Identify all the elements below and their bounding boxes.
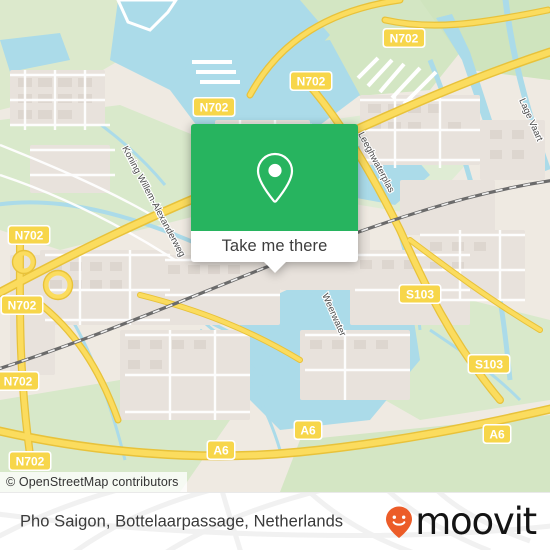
popup-pointer-tail — [263, 262, 286, 273]
moovit-wordmark: moovit — [415, 500, 537, 543]
popup-image-area — [191, 124, 358, 231]
road-shield: S103 — [398, 284, 442, 304]
footer-bar: Pho Saigon, Bottelaarpassage, Netherland… — [0, 492, 550, 550]
road-shield: A6 — [293, 420, 323, 440]
road-shield-label: N702 — [200, 100, 229, 114]
road-shield-label: N702 — [297, 74, 326, 88]
road-shield-label: N702 — [15, 228, 44, 242]
road-shield: N702 — [289, 71, 333, 91]
place-popup[interactable]: Take me there — [191, 124, 358, 273]
map-pin-icon — [256, 152, 293, 203]
road-shield: N702 — [0, 295, 44, 315]
road-shield-label: N702 — [4, 374, 33, 388]
road-shield: A6 — [206, 440, 236, 460]
moovit-pin-icon — [386, 506, 413, 538]
road-shield-label: S103 — [475, 357, 503, 371]
road-shield-label: A6 — [213, 443, 229, 457]
moovit-logo[interactable]: moovit — [384, 500, 537, 543]
road-shield-label: A6 — [300, 423, 316, 437]
road-shield: N702 — [382, 28, 426, 48]
osm-attribution[interactable]: © OpenStreetMap contributors — [0, 472, 187, 492]
popup-cta-label: Take me there — [221, 237, 328, 255]
road-shield: S103 — [467, 354, 511, 374]
road-shield: N702 — [192, 97, 236, 117]
popup-cta[interactable]: Take me there — [191, 231, 358, 273]
road-shield-label: N702 — [16, 454, 45, 468]
road-shield: N702 — [0, 371, 40, 391]
moovit-place-card: N702 N702 N702 N702 N702 N702 N702 S103 S103 A6 A6… — [0, 0, 550, 550]
road-shield-label: N702 — [390, 31, 419, 45]
road-shield-label: N702 — [8, 298, 37, 312]
road-shield: A6 — [482, 424, 512, 444]
road-shield-label: A6 — [489, 427, 505, 441]
road-shield: N702 — [7, 225, 51, 245]
road-shield-label: S103 — [406, 287, 434, 301]
place-title: Pho Saigon, Bottelaarpassage, Netherland… — [20, 512, 344, 531]
road-shield: N702 — [8, 451, 52, 471]
